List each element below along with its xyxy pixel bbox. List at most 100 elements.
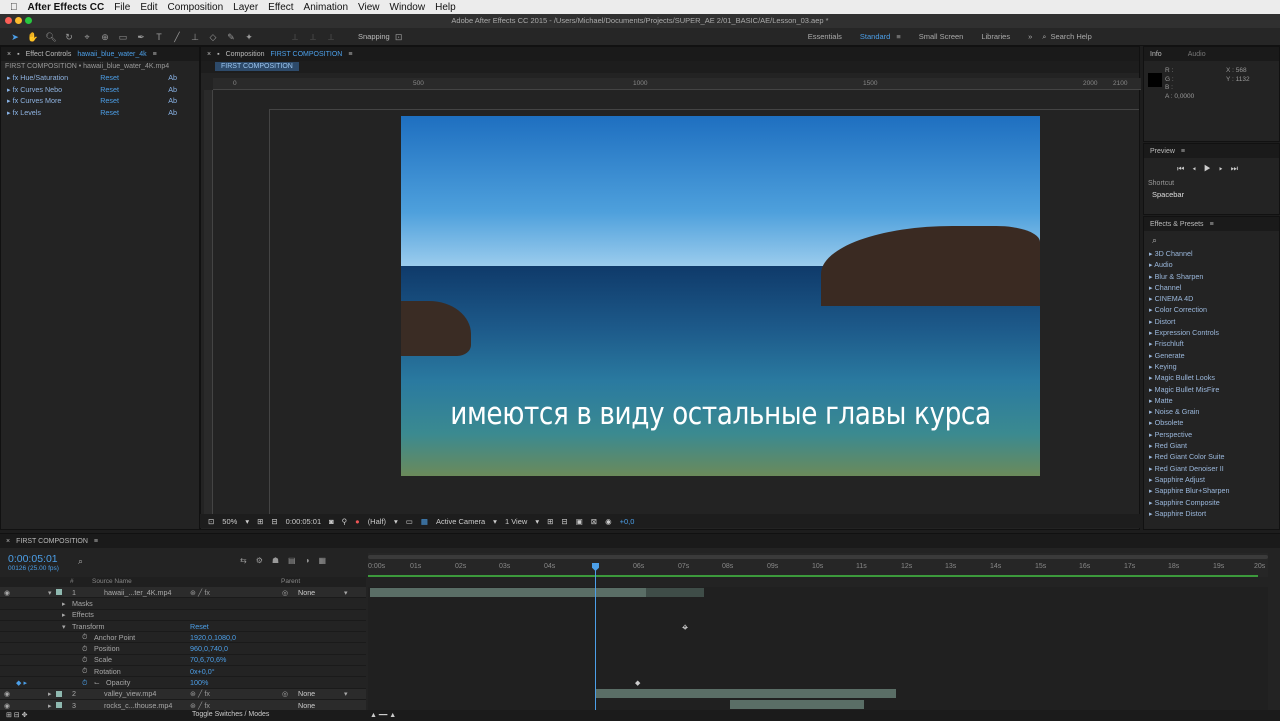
guide-line[interactable] (269, 109, 270, 519)
always-preview-icon[interactable]: ⊡ (208, 517, 214, 526)
rectangle-tool-icon[interactable]: ▭ (116, 31, 130, 43)
reset-button[interactable]: Reset (100, 108, 168, 117)
lock-icon[interactable]: ▪ (17, 51, 19, 58)
category-item[interactable]: ▸ Expression Controls (1144, 328, 1279, 339)
layer-name[interactable]: rocks_c...thouse.mp4 (104, 701, 172, 710)
timeline-tab[interactable]: FIRST COMPOSITION (16, 538, 88, 545)
panel-menu-icon[interactable]: ≡ (1181, 148, 1185, 155)
category-item[interactable]: ▸ Sapphire Blur+Sharpen (1144, 486, 1279, 497)
frame-blending-icon[interactable]: ▤ (288, 556, 305, 565)
eye-icon[interactable]: ◉ (4, 588, 10, 597)
workspace-standard[interactable]: Standard (860, 32, 890, 41)
chevron-down-icon[interactable]: ▾ (344, 689, 348, 698)
close-tab-icon[interactable]: × (6, 538, 10, 545)
brush-tool-icon[interactable]: ╱ (170, 31, 184, 43)
vertical-ruler[interactable] (204, 90, 213, 514)
property-value[interactable]: 0x+0,0° (190, 667, 215, 676)
category-item[interactable]: ▸ Red Giant (1144, 441, 1279, 452)
selection-tool-icon[interactable]: ➤ (8, 31, 22, 43)
search-icon[interactable]: ⌕ (78, 556, 83, 567)
twirl-icon[interactable]: ▸ fx (7, 96, 20, 105)
panel-menu-icon[interactable]: ≡ (348, 51, 352, 58)
category-item[interactable]: ▸ Keying (1144, 362, 1279, 373)
category-item[interactable]: ▸ Obsolete (1144, 418, 1279, 429)
chevron-down-icon[interactable]: ▾ (344, 588, 348, 597)
parent-pick-whip-icon[interactable]: ◎ (282, 588, 288, 597)
close-tab-icon[interactable]: × (7, 51, 11, 58)
menu-edit[interactable]: Edit (140, 2, 157, 13)
category-item[interactable]: ▸ Magic Bullet MisFire (1144, 385, 1279, 396)
category-item[interactable]: ▸ Perspective (1144, 430, 1279, 441)
label-color[interactable] (56, 589, 62, 596)
hand-tool-icon[interactable]: ✋ (26, 31, 40, 43)
menu-file[interactable]: File (114, 2, 130, 13)
prev-frame-icon[interactable]: ◂ (1192, 164, 1204, 173)
search-help-icon[interactable]: ⌕ (1042, 32, 1046, 42)
current-time-indicator[interactable] (595, 564, 596, 716)
grid-icon[interactable]: ⊞ (257, 517, 263, 526)
property-row[interactable]: ⏱ Scale 70,6,70,6% (0, 655, 366, 667)
property-value[interactable]: 70,6,70,6% (190, 655, 226, 664)
category-item[interactable]: ▸ Magic Bullet Looks (1144, 373, 1279, 384)
shortcut-select[interactable]: Spacebar (1144, 190, 1279, 199)
preview-title[interactable]: Preview (1150, 148, 1175, 155)
category-item[interactable]: ▸ Matte (1144, 396, 1279, 407)
composition-subtab[interactable]: FIRST COMPOSITION (215, 62, 299, 71)
puppet-tool-icon[interactable]: ✦ (242, 31, 256, 43)
effect-row[interactable]: ▸ fx Curves More Reset Ab (1, 95, 199, 107)
lock-icon[interactable]: ▪ (217, 51, 219, 58)
view-layout-select[interactable]: 1 View (505, 517, 527, 526)
eye-icon[interactable]: ◉ (4, 689, 10, 698)
time-ruler[interactable]: 0:00s 01s 02s 03s 04s 06s 07s 08s 09s 10… (368, 553, 1268, 577)
pen-tool-icon[interactable]: ✒ (134, 31, 148, 43)
layer-bar[interactable] (596, 689, 896, 698)
layer-name[interactable]: hawaii_...ter_4K.mp4 (104, 588, 172, 597)
layer-name[interactable]: valley_view.mp4 (104, 689, 156, 698)
chevron-down-icon[interactable]: ▾ (535, 517, 539, 526)
layer-switches-icon[interactable]: ⊛ ╱ fx (190, 689, 210, 698)
twirl-icon[interactable]: ▸ (62, 610, 66, 619)
graph-editor-icon[interactable]: ▦ (318, 556, 335, 565)
close-tab-icon[interactable]: × (207, 51, 211, 58)
roi-icon[interactable]: ▭ (406, 517, 413, 526)
close-window-button[interactable] (5, 17, 12, 24)
parent-select[interactable]: None (298, 689, 315, 698)
category-item[interactable]: ▸ Generate (1144, 351, 1279, 362)
category-item[interactable]: ▸ Noise & Grain (1144, 407, 1279, 418)
roto-brush-tool-icon[interactable]: ✎ (224, 31, 238, 43)
graph-icon[interactable]: ⌙ (94, 678, 100, 687)
zoom-tool-icon[interactable]: 🔍︎ (44, 31, 58, 43)
viewer-timecode[interactable]: 0:00:05:01 (286, 517, 321, 526)
guide-line[interactable] (269, 109, 1139, 110)
zoom-window-button[interactable] (25, 17, 32, 24)
composition-tab[interactable]: × ▪ Composition FIRST COMPOSITION ≡ (201, 47, 1139, 61)
workspace-overflow-icon[interactable]: » (1028, 32, 1032, 41)
zoom-slider[interactable]: ▲ ━━ ▲ (370, 711, 396, 719)
category-item[interactable]: ▸ Red Giant Denoiser II (1144, 464, 1279, 475)
first-frame-icon[interactable]: ⏮ (1177, 164, 1192, 173)
stopwatch-active-icon[interactable]: ⏱ (82, 678, 88, 688)
effects-presets-title[interactable]: Effects & Presets (1150, 221, 1204, 228)
expand-panes-icon[interactable]: ⊞ ⊟ ✥ (6, 711, 28, 719)
motion-blur-icon[interactable]: ◑ (305, 556, 319, 565)
composition-frame[interactable]: имеются в виду остальные главы курса (401, 116, 1040, 476)
zoom-select[interactable]: 50% (222, 517, 237, 526)
chevron-down-icon[interactable]: ▾ (394, 517, 398, 526)
parent-select[interactable]: None (298, 701, 315, 710)
app-menu[interactable]: After Effects CC (28, 2, 105, 13)
toggle-switches-modes-button[interactable]: Toggle Switches / Modes (192, 711, 269, 718)
shy-icon[interactable]: ☗ (272, 556, 288, 565)
effect-controls-tab[interactable]: × ▪ Effect Controls hawaii_blue_water_4k… (1, 47, 199, 61)
workspace-libraries[interactable]: Libraries (981, 32, 1010, 41)
category-item[interactable]: ▸ Channel (1144, 283, 1279, 294)
snapping-checkbox[interactable]: ⊡ (392, 31, 406, 43)
property-group-row[interactable]: ▾ Transform Reset (0, 621, 366, 633)
axis-world-icon[interactable]: ⟂ (306, 31, 320, 43)
resolution-select[interactable]: (Half) (368, 517, 386, 526)
menu-help[interactable]: Help (435, 2, 456, 13)
chevron-down-icon[interactable]: ▾ (245, 517, 249, 526)
layer-switches-icon[interactable]: ⊛ ╱ fx (190, 701, 210, 710)
twirl-icon[interactable]: ▸ (62, 599, 66, 608)
category-item[interactable]: ▸ Distort (1144, 317, 1279, 328)
effect-row[interactable]: ▸ fx Levels Reset Ab (1, 107, 199, 119)
